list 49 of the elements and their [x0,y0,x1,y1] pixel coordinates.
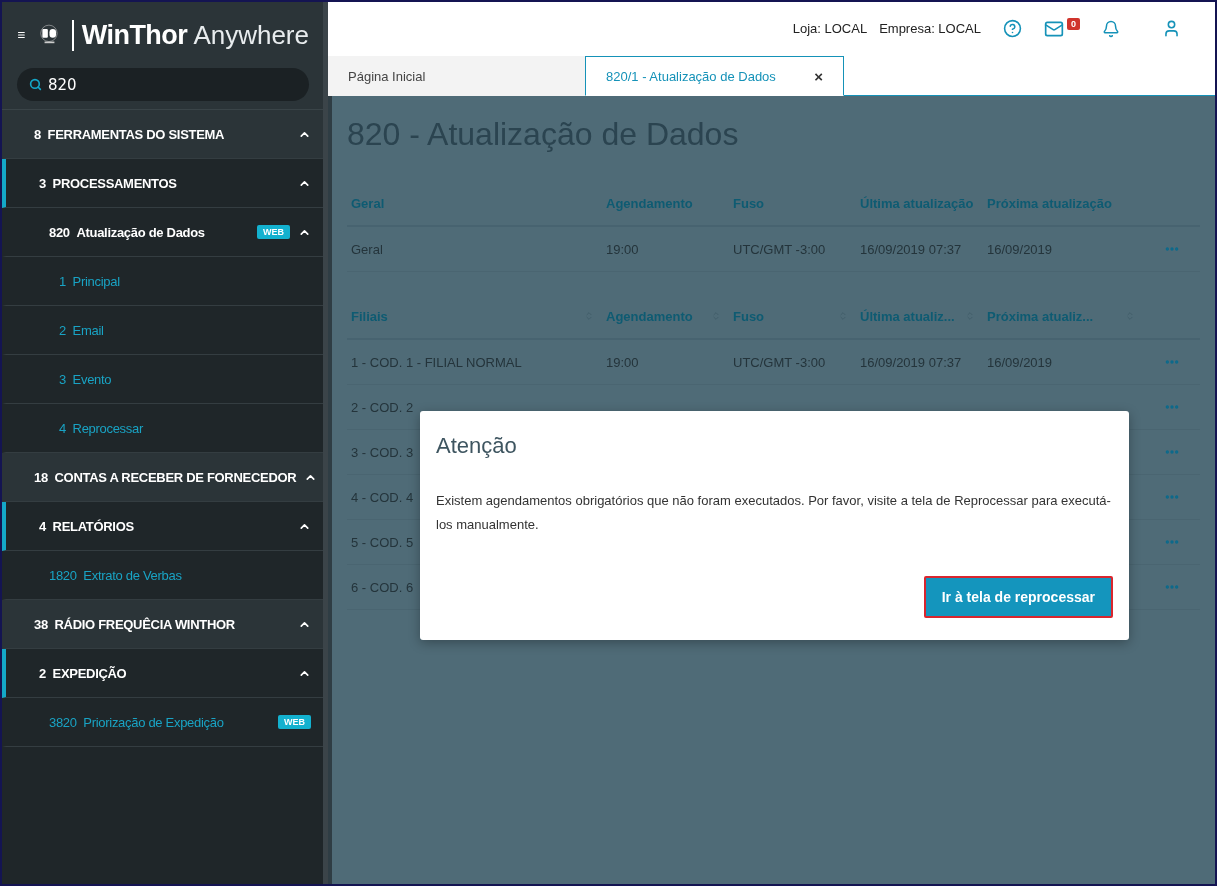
table-cell: UTC/GMT -3:00 [733,354,826,370]
table-cell: 6 - COD. 6 [351,579,414,595]
table-cell: 3 - COD. 3 [351,444,414,460]
column-header: Filiais [347,308,602,324]
column-header: Fuso [729,308,856,324]
help-icon[interactable] [1003,19,1022,38]
sidebar-item[interactable]: 2 EXPEDIÇÃO [2,649,323,698]
store-label: Loja: LOCAL [792,21,868,36]
user-icon[interactable] [1162,19,1181,38]
table-cell: UTC/GMT -3:00 [733,241,826,257]
brand-suffix: Anywhere [193,19,309,51]
dialog-title: Atenção [436,433,518,459]
table-cell: 16/09/2019 07:37 [860,354,962,370]
table-cell: Geral [351,241,383,257]
dialog-message: Existem agendamentos obrigatórios que não foram executados. Por favor, visite a tela de Reprocessar para executá-los manualmente. [436,492,1112,534]
column-header: Última atualiz... [856,308,983,324]
tab[interactable]: Página Inicial [328,56,585,96]
tab[interactable]: 820/1 - Atualização de Dados × [585,56,844,96]
brand-name: WinThor [81,19,188,51]
column-header: Geral [350,195,386,211]
table-cell: 19:00 [606,354,639,370]
table-cell: 16/09/2019 [987,354,1053,370]
column-header: Agendamento [605,195,694,211]
search-input[interactable]: 820 [48,75,248,94]
sidebar-item[interactable]: 3 PROCESSAMENTOS [2,159,323,208]
column-header: Próxima atualiz... [983,308,1143,324]
company-label: Empresa: LOCAL [879,21,981,36]
column-header: Última atualização [859,195,975,211]
table-cell: 16/09/2019 07:37 [860,241,962,257]
web-badge: WEB [257,225,290,239]
column-header: Fuso [732,195,766,211]
search-icon [29,78,42,91]
search-field[interactable]: 820 [17,68,309,101]
web-badge: WEB [278,715,311,729]
table-cell: 5 - COD. 5 [351,534,414,550]
sidebar-item[interactable]: 38 RÁDIO FREQUÊCIA WINTHOR [2,600,323,649]
table-cell: 1 - COD. 1 - FILIAL NORMAL [351,354,522,370]
column-header: Agendamento [602,308,729,324]
table-cell: 2 - COD. 2 [351,399,414,415]
sidebar-item[interactable]: 18 CONTAS A RECEBER DE FORNECEDOR [2,453,323,502]
sidebar-item[interactable]: 4 RELATÓRIOS [2,502,323,551]
column-header: Próxima atualização [986,195,1113,211]
sidebar-item[interactable]: 8 FERRAMENTAS DO SISTEMA [2,110,323,159]
table-cell: 16/09/2019 [987,241,1053,257]
bell-icon[interactable] [1102,19,1120,38]
table-cell: 4 - COD. 4 [351,489,414,505]
table-cell: 19:00 [606,241,639,257]
close-icon[interactable]: × [814,67,823,85]
mail-count-badge: 0 [1067,17,1080,30]
